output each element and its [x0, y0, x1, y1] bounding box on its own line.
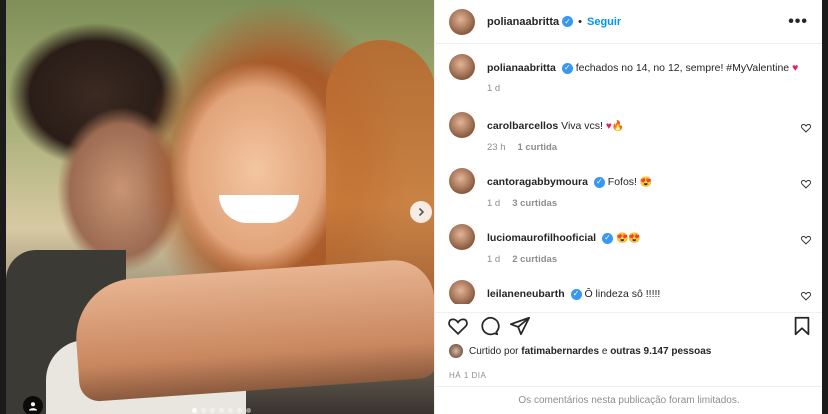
comment-username[interactable]: leilaneneubarth: [487, 288, 565, 300]
likes-prefix: Curtido por: [469, 345, 519, 357]
carousel-indicator: [192, 408, 251, 413]
comment-meta: 1 d 3 curtidas: [487, 198, 809, 209]
carousel-dot: [219, 408, 224, 413]
liker-avatar[interactable]: [449, 344, 463, 358]
heart-icon[interactable]: [447, 315, 469, 337]
photo-detail-arm: [72, 257, 434, 403]
comment-text: Ô lindeza sô !!!!!: [584, 288, 661, 300]
comment-text: Viva vcs!: [561, 120, 603, 132]
verified-badge-icon: ✓: [593, 176, 605, 188]
post-header: polianaabritta ✓ • Seguir •••: [435, 0, 822, 44]
verified-badge-icon: ✓: [561, 62, 573, 74]
comment-likes[interactable]: 3 curtidas: [512, 198, 557, 209]
caption-username[interactable]: polianaabritta: [487, 62, 556, 74]
author-avatar[interactable]: [449, 54, 475, 80]
carousel-dot: [210, 408, 215, 413]
photo-detail-smile: [219, 195, 299, 223]
comment-row: cantoragabbymoura ✓ Fofos! 😍 1 d 3 curti…: [435, 168, 823, 224]
comment-like-heart-icon[interactable]: [801, 235, 811, 245]
more-options-icon[interactable]: •••: [788, 13, 808, 31]
chevron-right-icon: [418, 207, 425, 217]
comment-meta: 1 d 2 curtidas: [487, 254, 809, 265]
author-username[interactable]: polianaabritta: [487, 16, 559, 28]
comment-like-heart-icon[interactable]: [801, 291, 811, 301]
comment-time: 1 d: [487, 254, 501, 265]
verified-badge-icon: ✓: [562, 16, 574, 27]
post-date[interactable]: HÁ 1 DIA: [449, 371, 486, 380]
window-edge: [822, 0, 828, 414]
liker-username[interactable]: fatimabernardes: [521, 346, 599, 357]
comment-icon[interactable]: [478, 315, 500, 337]
carousel-dot: [246, 408, 251, 413]
commenter-avatar[interactable]: [449, 112, 475, 138]
likes-middle: e: [601, 345, 608, 357]
comment-row: leilaneneubarth ✓ Ô lindeza sô !!!!!: [435, 280, 823, 304]
author-avatar[interactable]: [449, 8, 475, 35]
post-photo[interactable]: [6, 0, 434, 414]
carousel-dot: [228, 408, 233, 413]
comment-likes[interactable]: 1 curtida: [518, 142, 558, 153]
comment-emoji: ♥🔥: [605, 121, 625, 132]
comment-time: 23 h: [487, 142, 506, 153]
carousel-dot: [192, 408, 197, 413]
follow-button[interactable]: Seguir: [587, 16, 621, 28]
comment-text-line: cantoragabbymoura ✓ Fofos! 😍: [487, 168, 809, 190]
commenter-avatar[interactable]: [449, 280, 475, 304]
caption-meta: 1 d: [487, 83, 809, 94]
likes-others[interactable]: outras 9.147 pessoas: [610, 346, 711, 357]
comment-username[interactable]: luciomaurofilhooficial: [487, 232, 596, 244]
post-side-panel: polianaabritta ✓ • Seguir ••• polianaabr…: [434, 0, 823, 414]
comment-likes[interactable]: 2 curtidas: [512, 254, 557, 265]
comment-time: 1 d: [487, 198, 501, 209]
instagram-post-window: polianaabritta ✓ • Seguir ••• polianaabr…: [0, 0, 828, 414]
likes-summary: Curtido por fatimabernardes e outras 9.1…: [449, 344, 711, 358]
caption-text: fechados no 14, no 12, sempre! #MyValent…: [575, 62, 790, 74]
paper-plane-icon[interactable]: [509, 315, 531, 337]
verified-badge-icon: ✓: [602, 232, 614, 244]
comment-text-line: carolbarcellos Viva vcs! ♥🔥: [487, 112, 809, 134]
bookmark-icon[interactable]: [791, 315, 813, 337]
comment-meta: 23 h 1 curtida: [487, 142, 809, 153]
comment-row: carolbarcellos Viva vcs! ♥🔥 23 h 1 curti…: [435, 112, 823, 168]
comment-like-heart-icon[interactable]: [801, 179, 811, 189]
carousel-dot: [237, 408, 242, 413]
comments-limited-notice: Os comentários nesta publicação foram li…: [435, 386, 823, 414]
comment-text-line: luciomaurofilhooficial ✓ 😍😍: [487, 224, 809, 246]
verified-badge-icon: ✓: [570, 288, 582, 300]
comment-text-line: leilaneneubarth ✓ Ô lindeza sô !!!!!: [487, 280, 809, 301]
comment-username[interactable]: carolbarcellos: [487, 120, 558, 132]
comment-emoji: 😍: [639, 177, 653, 188]
caption-heart-emoji: ♥: [792, 62, 799, 74]
comment-row: luciomaurofilhooficial ✓ 😍😍 1 d 2 curtid…: [435, 224, 823, 280]
comment-text: Fofos!: [607, 176, 637, 188]
caption-row: polianaabritta ✓ fechados no 14, no 12, …: [435, 54, 823, 112]
caption-time: 1 d: [487, 83, 501, 94]
post-actions-bar: [435, 312, 823, 338]
caption-text-line: polianaabritta ✓ fechados no 14, no 12, …: [487, 54, 809, 75]
user-tag-icon: [29, 402, 37, 411]
comments-list[interactable]: polianaabritta ✓ fechados no 14, no 12, …: [435, 54, 823, 304]
commenter-avatar[interactable]: [449, 168, 475, 194]
carousel-next-button[interactable]: [410, 201, 432, 223]
carousel-dot: [201, 408, 206, 413]
comment-username[interactable]: cantoragabbymoura: [487, 176, 588, 188]
user-tag-button[interactable]: [23, 396, 43, 414]
comment-like-heart-icon[interactable]: [801, 123, 811, 133]
commenter-avatar[interactable]: [449, 224, 475, 250]
comment-emoji: 😍😍: [615, 233, 641, 244]
header-separator: •: [578, 15, 582, 28]
